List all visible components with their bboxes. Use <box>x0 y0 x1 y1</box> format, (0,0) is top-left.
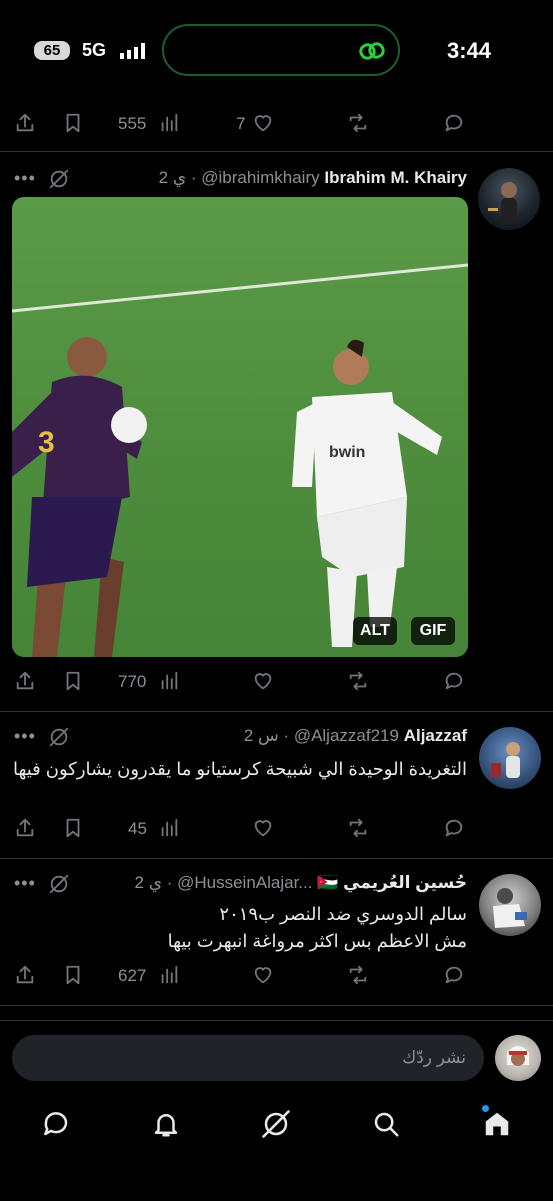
views-count: 45 <box>128 819 147 838</box>
flag-emoji: 🇯🇴 <box>317 873 339 892</box>
reply-icon[interactable] <box>443 670 465 692</box>
messages-icon[interactable] <box>41 1109 71 1139</box>
share-icon[interactable] <box>14 112 36 134</box>
handle[interactable]: @HusseinAlajar... <box>177 873 312 892</box>
heart-icon[interactable] <box>252 112 274 134</box>
link-icon <box>359 42 385 60</box>
tweet-text-line-2: مش الاعظم بس اكثر مرواغة انبهرت بيها <box>167 931 467 951</box>
analytics-icon[interactable] <box>158 112 180 134</box>
gif-media[interactable]: 3 bwin ALT GIF <box>12 197 468 657</box>
reply-placeholder: نشر ردّك <box>402 1048 466 1067</box>
retweet-icon[interactable] <box>347 112 369 134</box>
analytics-icon[interactable] <box>158 964 180 986</box>
tweet[interactable]: ••• 2 س · @Aljazzaf219 Aljazzaf التغريدة… <box>0 712 553 858</box>
grok-nav-icon[interactable] <box>261 1109 291 1139</box>
analytics-icon[interactable] <box>158 670 180 692</box>
signal-icon <box>118 43 148 59</box>
more-options-icon[interactable]: ••• <box>14 168 36 189</box>
notifications-icon[interactable] <box>151 1109 181 1139</box>
gif-badge: GIF <box>411 617 455 645</box>
share-icon[interactable] <box>14 817 36 839</box>
bookmark-icon[interactable] <box>62 964 84 986</box>
author-name[interactable]: حُسين العُريمي <box>343 873 467 892</box>
svg-text:3: 3 <box>38 426 55 459</box>
author-name[interactable]: Ibrahim M. Khairy <box>324 168 467 187</box>
tweet-text-line-1: سالم الدوسري ضد النصر ب٢٠١٩ <box>219 904 467 924</box>
retweet-icon[interactable] <box>347 670 369 692</box>
author-name[interactable]: Aljazzaf <box>404 726 467 745</box>
timestamp: 2 ي <box>134 873 163 892</box>
more-options-icon[interactable]: ••• <box>14 873 36 894</box>
retweet-icon[interactable] <box>347 964 369 986</box>
dynamic-island <box>162 24 400 76</box>
bookmark-icon[interactable] <box>62 817 84 839</box>
grok-icon[interactable] <box>48 168 70 190</box>
battery-level: 65 <box>43 42 61 59</box>
alt-badge[interactable]: ALT <box>353 617 397 645</box>
more-options-icon[interactable]: ••• <box>14 726 36 747</box>
clock: 3:44 <box>447 38 492 63</box>
views-count: 770 <box>118 672 147 691</box>
handle[interactable]: @Aljazzaf219 <box>294 726 399 745</box>
heart-icon[interactable] <box>252 817 274 839</box>
status-bar: 65 5G 3:44 <box>0 0 553 100</box>
search-icon[interactable] <box>371 1109 401 1139</box>
timestamp: 2 ي <box>158 168 187 187</box>
analytics-icon[interactable] <box>158 817 180 839</box>
tweet[interactable]: ••• 2 ي · @HusseinAlajar... 🇯🇴 حُسين الع… <box>0 859 553 1005</box>
share-icon[interactable] <box>14 670 36 692</box>
tweet-actions: 627 <box>0 960 553 990</box>
battery-indicator: 65 <box>34 41 70 60</box>
reply-icon[interactable] <box>443 817 465 839</box>
likes-count: 7 <box>236 114 246 133</box>
tweet-text: التغريدة الوحيدة الي شبيحة كرستيانو ما ي… <box>12 759 467 779</box>
avatar[interactable] <box>495 1035 541 1081</box>
heart-icon[interactable] <box>252 964 274 986</box>
gif-frame: 3 bwin <box>12 263 468 657</box>
tweet-actions: 770 <box>0 666 553 696</box>
avatar[interactable] <box>478 168 540 230</box>
network-label: 5G <box>82 40 107 60</box>
grok-icon[interactable] <box>48 726 70 748</box>
avatar[interactable] <box>479 727 541 789</box>
home-unread-dot <box>482 1105 489 1112</box>
bookmark-icon[interactable] <box>62 670 84 692</box>
views-count: 555 <box>118 114 147 133</box>
tweet-header: 2 س · @Aljazzaf219 Aljazzaf <box>243 726 467 745</box>
tweet-actions-top: 555 7 <box>0 108 553 138</box>
share-icon[interactable] <box>14 964 36 986</box>
bottom-bar: نشر ردّك <box>0 1020 553 1201</box>
reply-icon[interactable] <box>443 964 465 986</box>
heart-icon[interactable] <box>252 670 274 692</box>
views-count: 627 <box>118 966 147 985</box>
tweet-header: 2 ي · @ibrahimkhairy Ibrahim M. Khairy <box>158 168 467 187</box>
tweet-actions: 45 <box>0 813 553 843</box>
svg-text:bwin: bwin <box>329 444 365 461</box>
tweet[interactable]: ••• 2 ي · @ibrahimkhairy Ibrahim M. Khai… <box>0 152 553 712</box>
avatar[interactable] <box>479 874 541 936</box>
grok-icon[interactable] <box>48 873 70 895</box>
handle[interactable]: @ibrahimkhairy <box>201 168 319 187</box>
timestamp: 2 س <box>243 726 279 745</box>
divider <box>0 1005 553 1006</box>
reply-input[interactable]: نشر ردّك <box>12 1035 484 1081</box>
reply-icon[interactable] <box>443 112 465 134</box>
tweet-header: 2 ي · @HusseinAlajar... 🇯🇴 حُسين العُريم… <box>134 873 468 892</box>
home-icon[interactable] <box>482 1109 512 1139</box>
bookmark-icon[interactable] <box>62 112 84 134</box>
retweet-icon[interactable] <box>347 817 369 839</box>
